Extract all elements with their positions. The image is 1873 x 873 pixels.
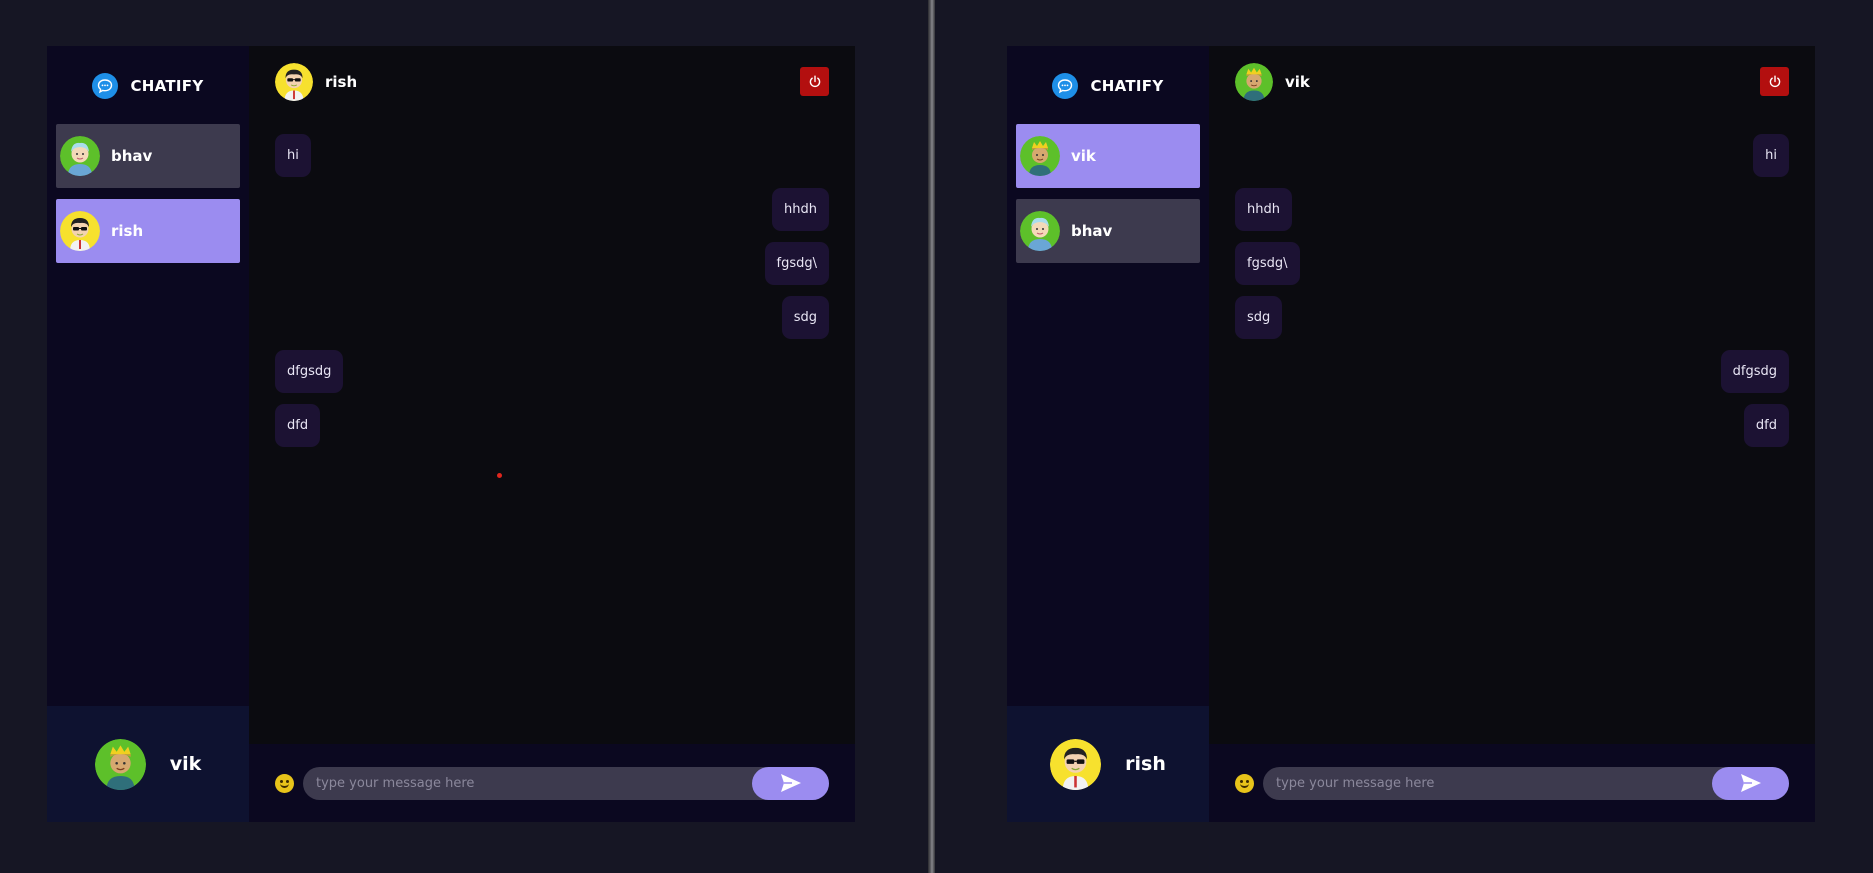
- sidebar: CHATIFY vik bhav rish: [1007, 46, 1209, 822]
- avatar-vik: [94, 738, 146, 790]
- message-list: hi hhdh fgsdg\ sdg dfgsdg dfd: [275, 134, 829, 447]
- contact-list: vik bhav: [1007, 124, 1209, 263]
- message-bubble: hi: [1753, 134, 1789, 177]
- contact-bhav[interactable]: bhav: [56, 124, 240, 188]
- send-icon: [1740, 774, 1761, 792]
- browser-window-right: CHATIFY vik bhav rish vik hi hhdh fgsdg\…: [935, 0, 1873, 873]
- browser-window-left: CHATIFY bhav rish vik rish hi hhdh fgsdg…: [0, 0, 934, 873]
- avatar-rish: [275, 63, 313, 101]
- contact-name: rish: [111, 222, 144, 240]
- message-list: hi hhdh fgsdg\ sdg dfgsdg dfd: [1235, 134, 1789, 447]
- contact-bhav[interactable]: bhav: [1016, 199, 1200, 263]
- message-bubble: hhdh: [772, 188, 829, 231]
- chat-area: vik hi hhdh fgsdg\ sdg dfgsdg dfd: [1209, 46, 1815, 822]
- contact-vik[interactable]: vik: [1016, 124, 1200, 188]
- brand: CHATIFY: [1007, 46, 1209, 124]
- window-divider[interactable]: [928, 0, 935, 873]
- chat-header: rish: [249, 46, 855, 118]
- chat-bubble-icon: [92, 73, 119, 99]
- message-bubble: dfd: [275, 404, 321, 447]
- message-input[interactable]: [1263, 774, 1698, 792]
- contact-name: bhav: [111, 147, 153, 165]
- message-bubble: fgsdg\: [764, 242, 829, 285]
- message-composer: [249, 744, 855, 822]
- chat-header: vik: [1209, 46, 1815, 118]
- message-composer: [1209, 744, 1815, 822]
- cursor-dot: [497, 473, 502, 478]
- contact-name: vik: [1071, 147, 1096, 165]
- current-user-name: rish: [1125, 753, 1166, 775]
- message-bubble: hhdh: [1235, 188, 1292, 231]
- current-user-name: vik: [169, 753, 202, 775]
- current-user-panel: vik: [47, 706, 249, 822]
- avatar-rish: [60, 211, 100, 251]
- message-input-wrapper: [303, 766, 829, 800]
- power-icon: [1769, 75, 1780, 87]
- brand-name: CHATIFY: [130, 77, 204, 95]
- logout-button[interactable]: [800, 67, 829, 96]
- message-input[interactable]: [303, 774, 738, 792]
- chat-bubble-icon: [1052, 73, 1079, 99]
- message-bubble: dfgsdg: [275, 350, 344, 393]
- contact-rish[interactable]: rish: [56, 199, 240, 263]
- brand-name: CHATIFY: [1090, 77, 1164, 95]
- contact-name: bhav: [1071, 222, 1113, 240]
- avatar-bhav: [1020, 211, 1060, 251]
- message-bubble: hi: [275, 134, 311, 177]
- logout-button[interactable]: [1760, 67, 1789, 96]
- message-input-wrapper: [1263, 766, 1789, 800]
- chat-app: CHATIFY vik bhav rish vik hi hhdh fgsdg\…: [1007, 46, 1815, 822]
- send-icon: [780, 774, 801, 792]
- sidebar: CHATIFY bhav rish vik: [47, 46, 249, 822]
- chat-partner-name: vik: [1285, 73, 1310, 91]
- avatar-rish: [1050, 738, 1102, 790]
- send-button[interactable]: [752, 766, 829, 800]
- power-icon: [809, 75, 820, 87]
- current-user-panel: rish: [1007, 706, 1209, 822]
- chat-app: CHATIFY bhav rish vik rish hi hhdh fgsdg…: [47, 46, 855, 822]
- chat-area: rish hi hhdh fgsdg\ sdg dfgsdg dfd: [249, 46, 855, 822]
- avatar-bhav: [60, 136, 100, 176]
- avatar-vik: [1020, 136, 1060, 176]
- message-bubble: sdg: [1235, 296, 1283, 339]
- avatar-vik: [1235, 63, 1273, 101]
- contact-list: bhav rish: [47, 124, 249, 263]
- smiley-icon[interactable]: [1235, 773, 1254, 793]
- send-button[interactable]: [1712, 766, 1789, 800]
- message-bubble: dfd: [1743, 404, 1789, 447]
- brand: CHATIFY: [47, 46, 249, 124]
- chat-partner-name: rish: [325, 73, 358, 91]
- message-bubble: fgsdg\: [1235, 242, 1300, 285]
- smiley-icon[interactable]: [275, 773, 294, 793]
- message-bubble: dfgsdg: [1720, 350, 1789, 393]
- message-bubble: sdg: [781, 296, 829, 339]
